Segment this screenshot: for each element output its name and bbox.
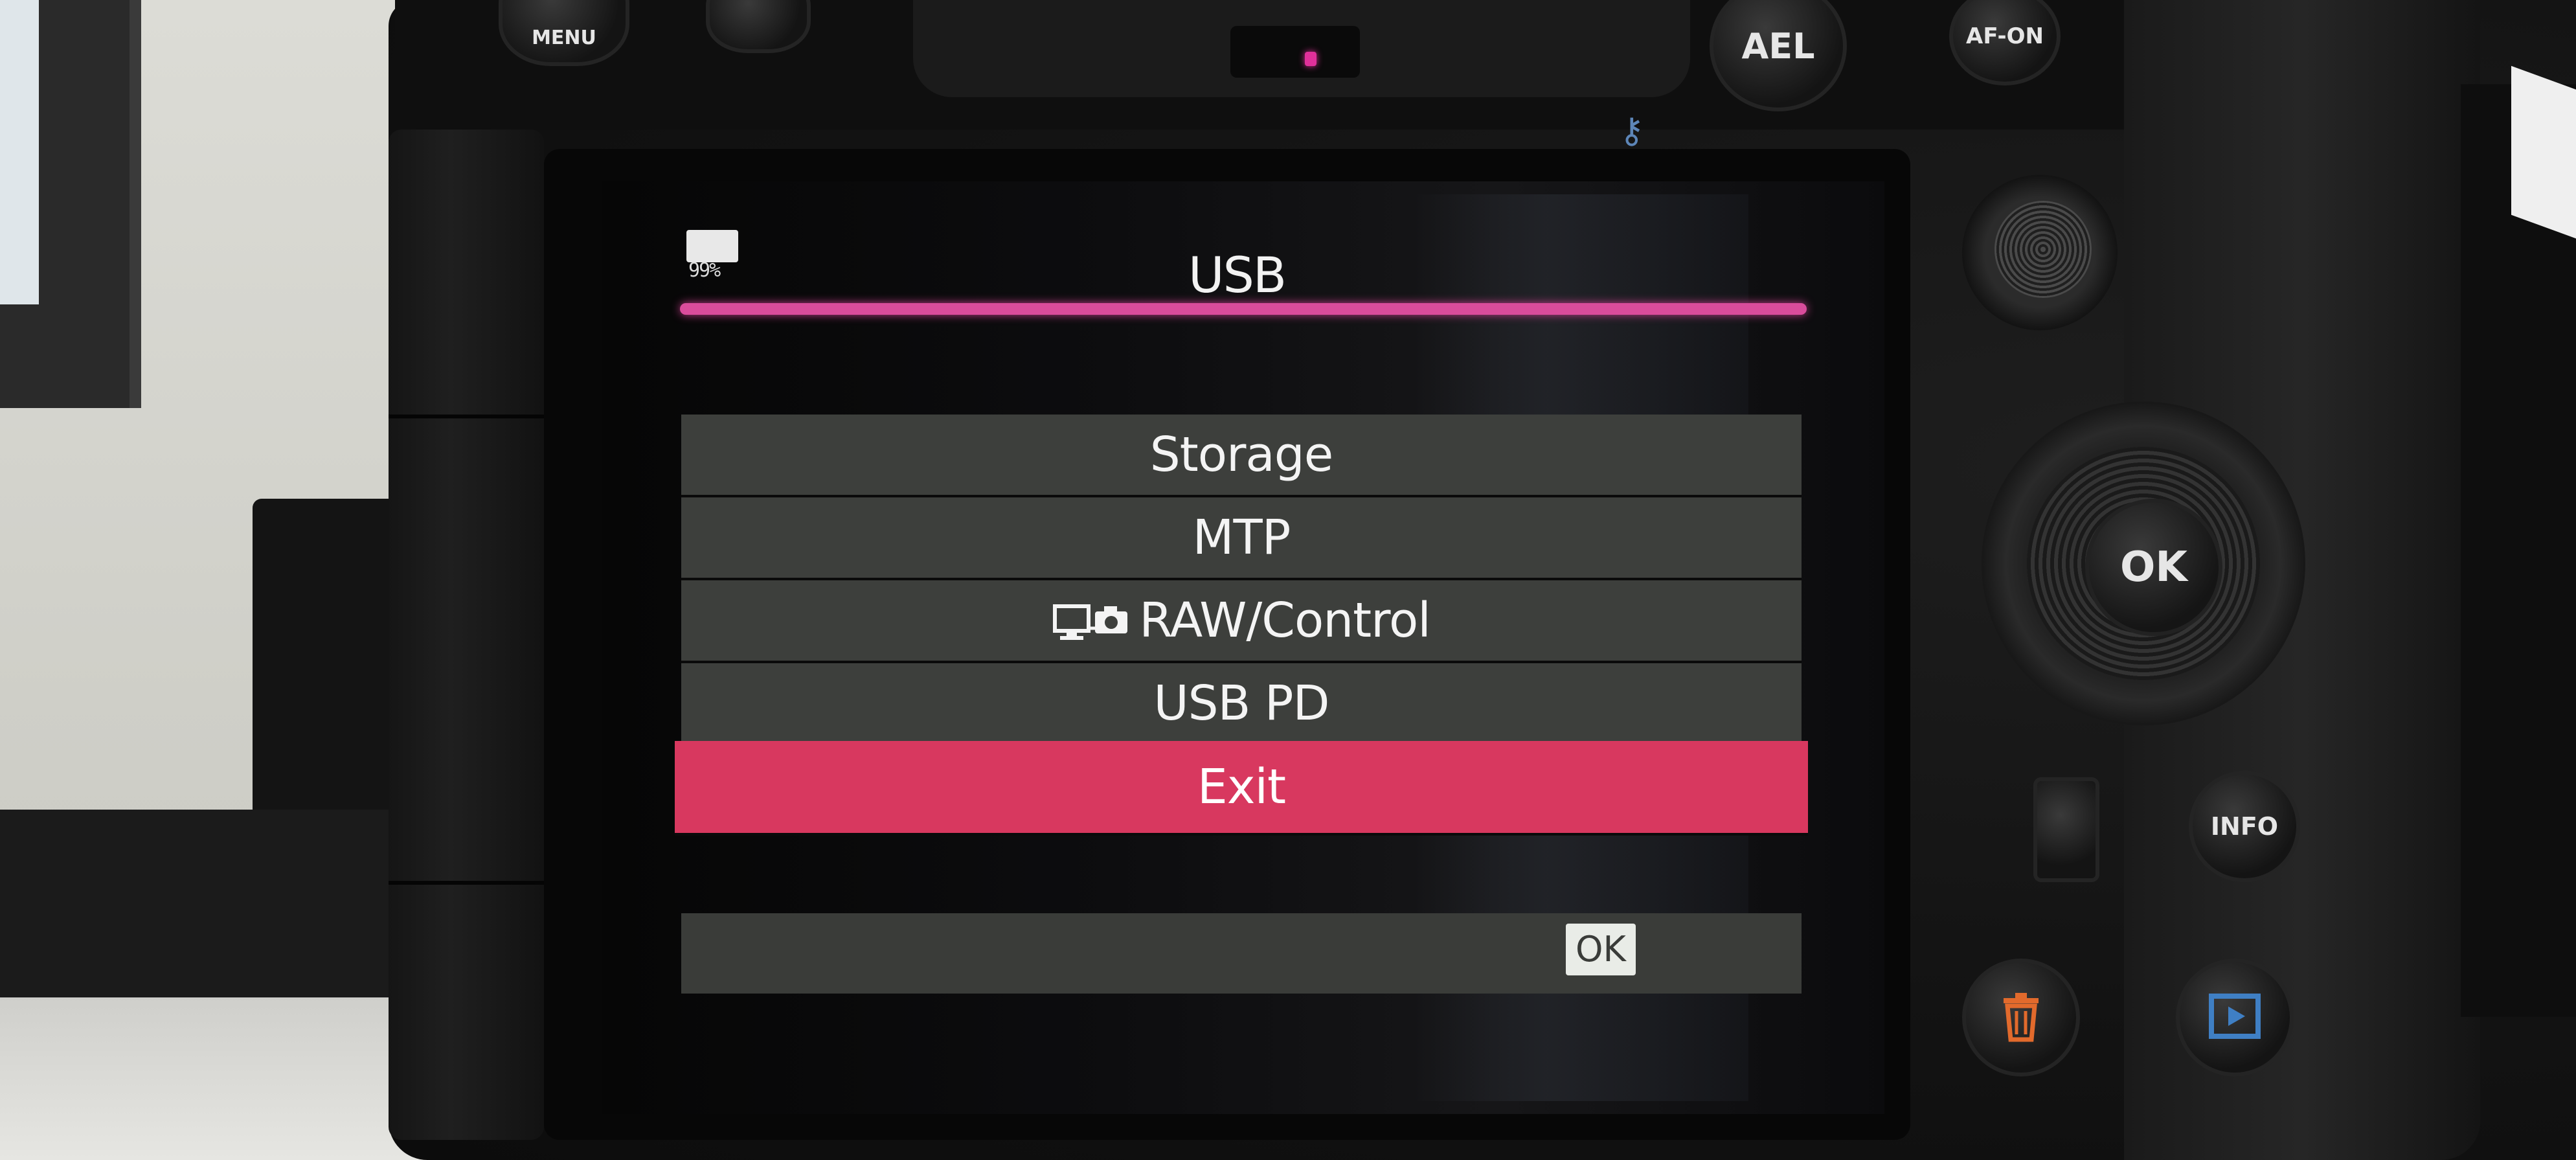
ok-button[interactable]: OK [2085,499,2222,636]
ok-hint-badge: OK [1566,924,1636,975]
picture-frame [0,0,141,408]
hinge-divider [389,881,544,885]
title-underline [680,303,1807,315]
pc-camera-icon [1052,602,1130,644]
menu-button-label: MENU [532,27,596,49]
speaker-grille [2033,777,2099,882]
protect-key-icon: ⚷ [1619,110,1645,151]
screen-hinge [389,130,544,1140]
menu-title: USB [1188,246,1287,304]
play-icon [2209,994,2261,1041]
ael-button-label: AEL [1741,25,1815,67]
joystick[interactable] [1994,201,2092,298]
hinge-divider [389,415,544,418]
trash-icon [1998,990,2044,1045]
playback-button[interactable] [2176,959,2294,1076]
menu-item-storage[interactable]: Storage [681,415,1802,497]
delete-button[interactable] [1962,959,2080,1076]
viewfinder-sensor-led [1305,52,1316,66]
playback-lock-button[interactable] [706,0,811,53]
usb-cable [0,810,414,1004]
menu-item-label: Storage [1149,427,1334,483]
picture-frame-inner [0,0,39,304]
menu-item-exit[interactable]: Exit [675,741,1808,836]
menu-item-usb-pd[interactable]: USB PD [681,663,1802,746]
info-button[interactable]: INFO [2189,771,2300,882]
menu-item-label: MTP [1192,510,1291,565]
af-on-button-label: AF-ON [1966,23,2044,49]
ok-button-label: OK [2120,543,2187,591]
menu-button[interactable]: MENU [499,0,629,66]
menu-item-raw-control[interactable]: RAW/Control [681,580,1802,663]
menu-item-label: RAW/Control [1139,593,1431,648]
menu-item-label: Exit [1197,759,1286,815]
usb-menu: 99% USB Storage MTP RAW/Control USB PD E… [667,220,1813,1036]
menu-item-mtp[interactable]: MTP [681,497,1802,580]
menu-item-label: USB PD [1153,676,1329,731]
viewfinder-eyepiece [1230,26,1360,78]
info-button-label: INFO [2210,812,2279,841]
background-edge [2511,65,2576,239]
